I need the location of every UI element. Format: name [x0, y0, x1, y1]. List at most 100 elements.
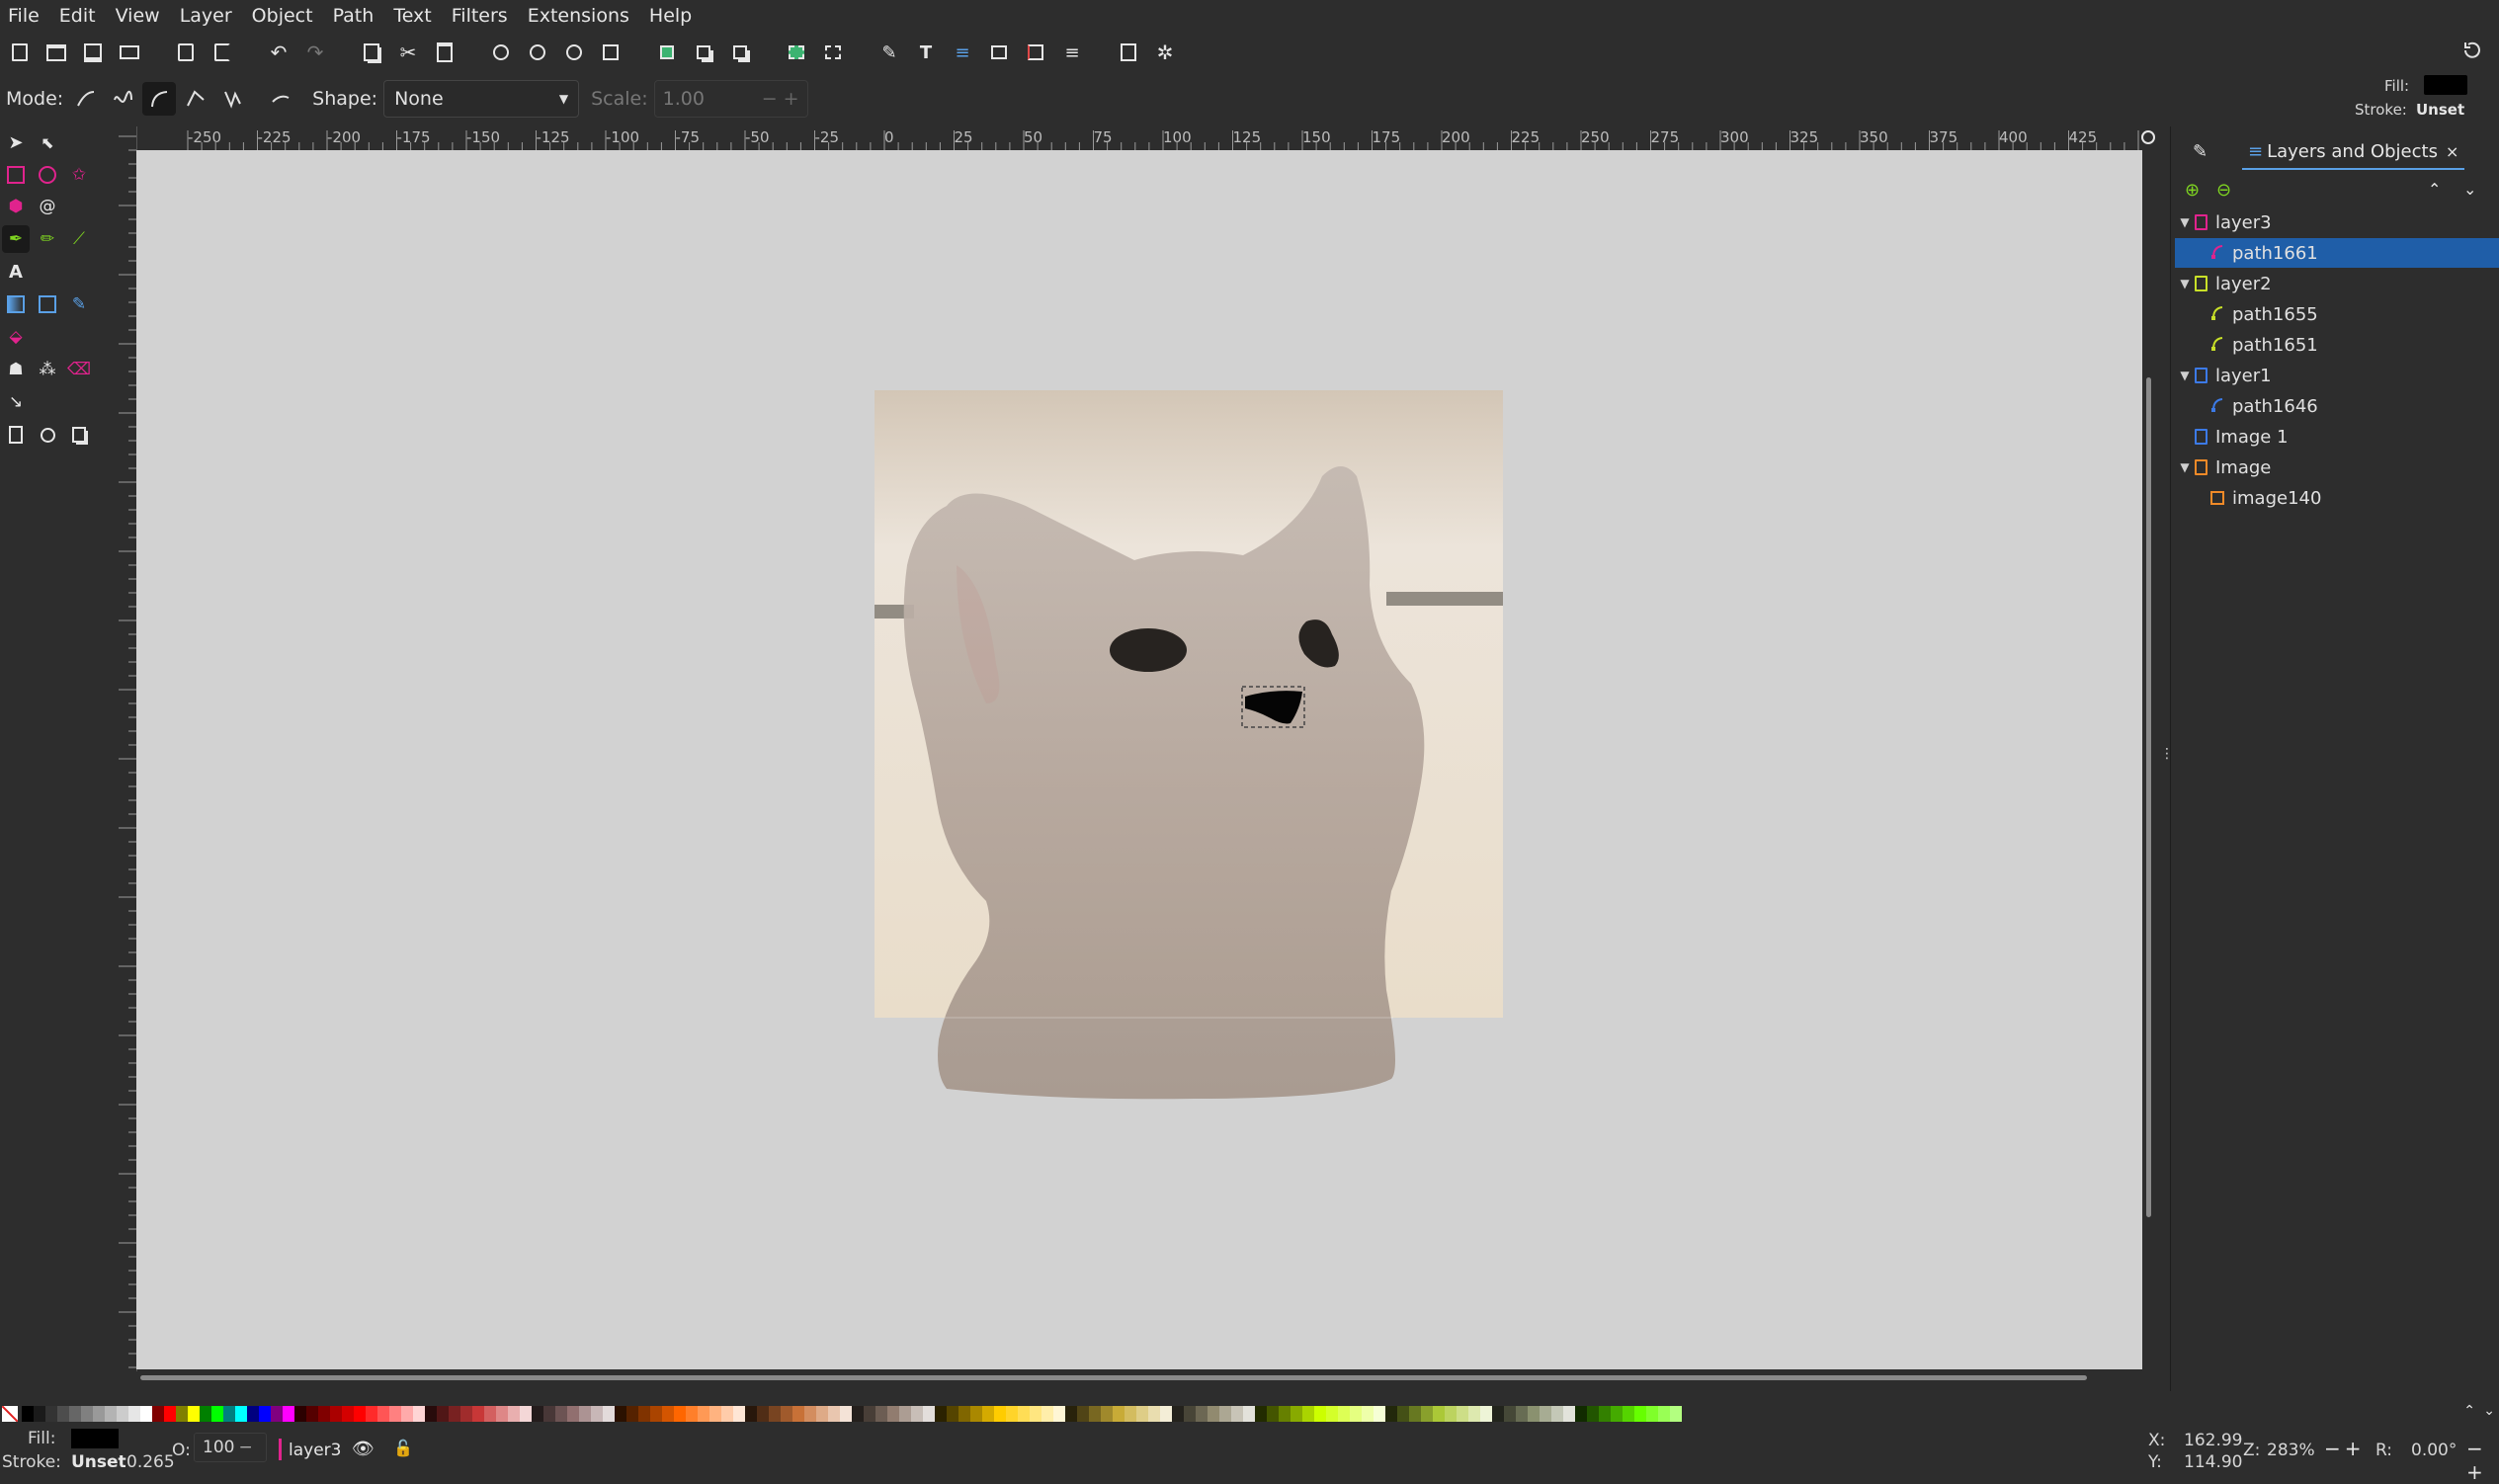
- expand-triangle-icon[interactable]: ▼: [2175, 369, 2195, 382]
- palette-swatch[interactable]: [1374, 1406, 1385, 1422]
- menu-layer[interactable]: Layer: [170, 0, 242, 32]
- palette-swatch[interactable]: [887, 1406, 899, 1422]
- text-font-icon[interactable]: T: [910, 37, 942, 68]
- spray-tool-icon[interactable]: ⁂: [34, 356, 61, 383]
- expand-triangle-icon[interactable]: ▼: [2175, 460, 2195, 474]
- palette-swatch[interactable]: [437, 1406, 449, 1422]
- palette-swatch[interactable]: [1504, 1406, 1516, 1422]
- palette-swatch[interactable]: [698, 1406, 709, 1422]
- transform-icon[interactable]: ≡: [1056, 37, 1088, 68]
- palette-swatch[interactable]: [970, 1406, 982, 1422]
- palette-swatch[interactable]: [947, 1406, 958, 1422]
- menu-filters[interactable]: Filters: [442, 0, 518, 32]
- palette-swatch[interactable]: [899, 1406, 911, 1422]
- palette-swatch[interactable]: [1006, 1406, 1018, 1422]
- palette-swatch[interactable]: [1041, 1406, 1053, 1422]
- scale-spinbox[interactable]: 1.00 − +: [653, 80, 808, 118]
- palette-swatch[interactable]: [650, 1406, 662, 1422]
- palette-swatch[interactable]: [389, 1406, 401, 1422]
- palette-swatch[interactable]: [152, 1406, 164, 1422]
- fill-swatch[interactable]: [2424, 75, 2467, 95]
- palette-swatch[interactable]: [188, 1406, 200, 1422]
- dock-splitter-handle[interactable]: ⋮: [2160, 746, 2174, 768]
- paint-bucket-tool-icon[interactable]: ⬙: [2, 323, 30, 351]
- palette-swatch[interactable]: [1634, 1406, 1646, 1422]
- unlink-clone-icon[interactable]: [724, 37, 756, 68]
- tree-row-path1651[interactable]: path1651: [2175, 330, 2499, 360]
- layers-icon[interactable]: ≡: [947, 37, 978, 68]
- eraser-tool-icon[interactable]: ⌫: [65, 356, 93, 383]
- palette-swatch[interactable]: [994, 1406, 1006, 1422]
- palette-swatch[interactable]: [1113, 1406, 1125, 1422]
- horizontal-scroll-thumb[interactable]: [140, 1375, 2087, 1380]
- palette-swatch[interactable]: [1326, 1406, 1338, 1422]
- palette-swatch[interactable]: [93, 1406, 105, 1422]
- shape-select[interactable]: None ▼: [383, 80, 580, 118]
- opacity-spinbox[interactable]: 100 −: [194, 1433, 267, 1462]
- rectangle-tool-icon[interactable]: [2, 161, 30, 189]
- photo-image[interactable]: [875, 390, 1503, 1100]
- palette-swatch[interactable]: [769, 1406, 781, 1422]
- tree-row-path1661[interactable]: path1661: [2175, 238, 2499, 268]
- palette-swatch[interactable]: [1101, 1406, 1113, 1422]
- palette-swatch[interactable]: [958, 1406, 970, 1422]
- tree-row-image-1[interactable]: Image 1: [2175, 422, 2499, 452]
- status-fill-swatch[interactable]: [71, 1429, 119, 1448]
- palette-swatch[interactable]: [223, 1406, 235, 1422]
- palette-swatch[interactable]: [1457, 1406, 1468, 1422]
- palette-swatch[interactable]: [721, 1406, 733, 1422]
- palette-swatch[interactable]: [1516, 1406, 1528, 1422]
- palette-swatch[interactable]: [804, 1406, 816, 1422]
- menu-text[interactable]: Text: [383, 0, 441, 32]
- zigzag-mode-icon[interactable]: [215, 82, 249, 116]
- menu-file[interactable]: File: [0, 0, 49, 32]
- palette-swatch[interactable]: [508, 1406, 520, 1422]
- palette-swatch[interactable]: [864, 1406, 875, 1422]
- palette-swatch[interactable]: [1267, 1406, 1279, 1422]
- gradient-tool-icon[interactable]: [2, 290, 30, 318]
- palette-swatch[interactable]: [1397, 1406, 1409, 1422]
- palette-swatch[interactable]: [567, 1406, 579, 1422]
- palette-swatch[interactable]: [354, 1406, 366, 1422]
- palette-swatch[interactable]: [259, 1406, 271, 1422]
- palette-swatch[interactable]: [1065, 1406, 1077, 1422]
- palette-swatch[interactable]: [1575, 1406, 1587, 1422]
- no-paint-swatch[interactable]: [2, 1406, 18, 1422]
- tree-row-layer2[interactable]: ▼ layer2: [2175, 269, 2499, 298]
- zoom-tool-icon[interactable]: [34, 421, 61, 449]
- selector-tool-icon[interactable]: ➤: [2, 128, 30, 156]
- canvas[interactable]: [136, 150, 2142, 1369]
- pencil-tool-icon[interactable]: ✏: [34, 225, 61, 253]
- edit-tab-icon[interactable]: ✎: [2193, 134, 2207, 168]
- calligraphy-tool-icon[interactable]: ⟋: [65, 225, 93, 253]
- tree-row-image[interactable]: ▼ Image: [2175, 453, 2499, 482]
- zoom-value[interactable]: 283%: [2267, 1441, 2315, 1460]
- tab-layers-and-objects[interactable]: ≡ Layers and Objects ×: [2242, 134, 2465, 170]
- vertical-ruler[interactable]: [115, 126, 137, 1371]
- cut-icon[interactable]: ✂: [392, 37, 424, 68]
- 3d-box-tool-icon[interactable]: ⬢: [2, 193, 30, 220]
- palette-swatch[interactable]: [1208, 1406, 1219, 1422]
- eye-icon[interactable]: 👁: [352, 1439, 375, 1459]
- palette-swatch[interactable]: [555, 1406, 567, 1422]
- zoom-drawing-icon[interactable]: [522, 37, 553, 68]
- palette-swatch[interactable]: [1160, 1406, 1172, 1422]
- palette-swatch[interactable]: [1468, 1406, 1480, 1422]
- palette-swatch[interactable]: [911, 1406, 923, 1422]
- star-tool-icon[interactable]: ✩: [65, 161, 93, 189]
- drawing[interactable]: [136, 150, 2142, 1369]
- palette-swatch[interactable]: [615, 1406, 626, 1422]
- tweak-tool-icon[interactable]: ☗: [2, 356, 30, 383]
- palette-swatch[interactable]: [1231, 1406, 1243, 1422]
- palette-swatch[interactable]: [200, 1406, 211, 1422]
- palette-swatch[interactable]: [425, 1406, 437, 1422]
- save-icon[interactable]: [77, 37, 109, 68]
- menu-edit[interactable]: Edit: [49, 0, 106, 32]
- horizontal-ruler[interactable]: -250 -225 -200 -175 -150 -125 -100 -75 -50 -25 0 25…: [136, 126, 2142, 151]
- palette-swatch[interactable]: [757, 1406, 769, 1422]
- zoom-page-width-icon[interactable]: [595, 37, 626, 68]
- rotate-minus-plus-icon[interactable]: − +: [2466, 1437, 2499, 1484]
- palette-swatch[interactable]: [603, 1406, 615, 1422]
- palette-swatch[interactable]: [781, 1406, 792, 1422]
- palette-swatch[interactable]: [1528, 1406, 1540, 1422]
